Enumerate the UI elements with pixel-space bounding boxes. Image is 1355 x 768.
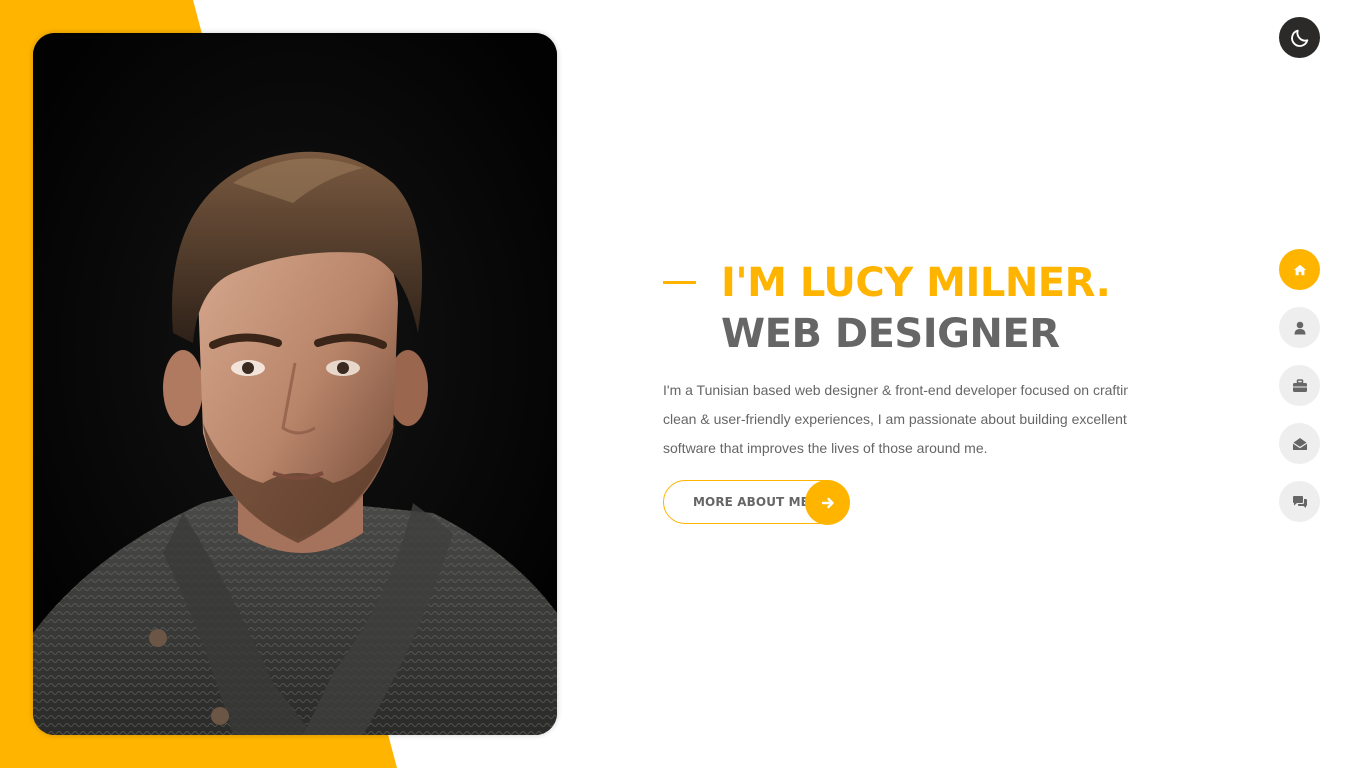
nav-portfolio[interactable] [1279,365,1320,406]
hero-description: I'm a Tunisian based web designer & fron… [663,376,1128,463]
more-about-me-button[interactable]: MORE ABOUT ME [663,480,850,525]
nav-home[interactable] [1279,249,1320,290]
nav-contact[interactable] [1279,423,1320,464]
briefcase-icon [1292,378,1307,392]
moon-icon [1290,29,1308,47]
hero-description-line: I'm a Tunisian based web designer & fron… [663,382,1128,398]
theme-toggle-button[interactable] [1279,17,1320,58]
user-icon [1294,321,1305,334]
side-nav [1279,249,1320,539]
hero-section: I'M LUCY MILNER. WEB DESIGNER I'm a Tuni… [663,258,1143,525]
portrait-illustration [33,33,557,735]
nav-about[interactable] [1279,307,1320,348]
more-about-me-label: MORE ABOUT ME [693,495,809,509]
portrait-photo [33,33,557,735]
envelope-open-icon [1292,437,1307,450]
home-icon [1293,264,1306,275]
hero-role: WEB DESIGNER [721,311,1060,357]
hero-name: I'M LUCY MILNER. [721,260,1111,306]
hero-description-line: software that improves the lives of thos… [663,440,988,456]
hero-title: I'M LUCY MILNER. WEB DESIGNER [663,258,1143,360]
arrow-right-icon [805,480,850,525]
hero-description-line: clean & user-friendly experiences, I am … [663,411,1127,427]
nav-blog[interactable] [1279,481,1320,522]
page: I'M LUCY MILNER. WEB DESIGNER I'm a Tuni… [0,0,1355,768]
comments-icon [1292,495,1307,508]
title-accent-line [663,281,696,284]
